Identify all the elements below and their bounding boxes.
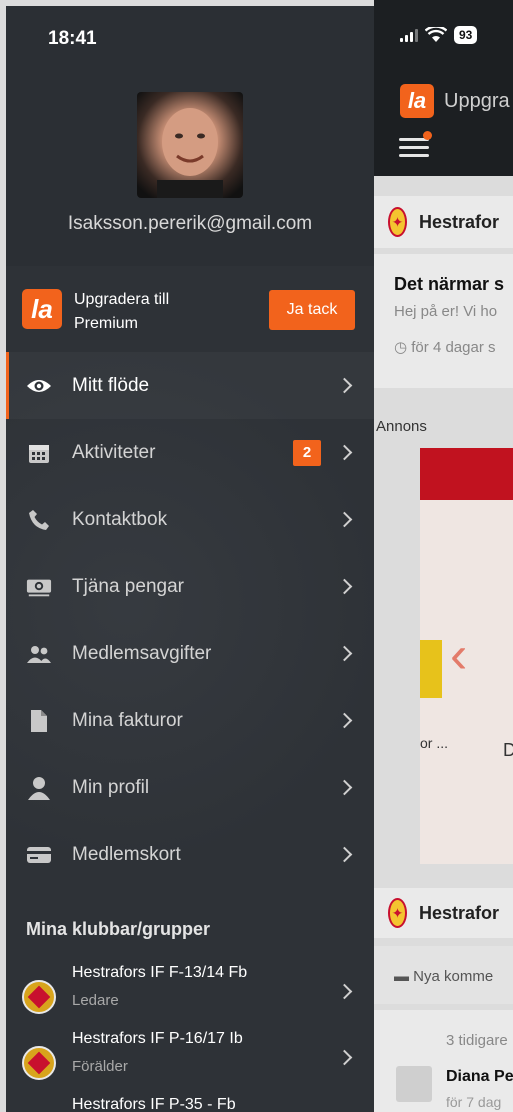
navigation-drawer: 18:41 Isaksson.pererik@gmail.com la Upgr…: [6, 6, 374, 1112]
menu-item-label: Tjäna pengar: [72, 575, 184, 597]
ad-text-left: or ...: [420, 735, 449, 751]
menu-item-label: Kontaktbok: [72, 508, 168, 530]
comment-card[interactable]: 3 tidigare Diana Pe för 7 dag: [374, 1010, 513, 1112]
club-item[interactable]: Hestrafors IF F-13/14 Fb Ledare: [6, 964, 374, 1026]
feed-post-card[interactable]: Det närmar s Hej på er! Vi ho ◷ för 4 da…: [374, 254, 513, 388]
document-icon: [26, 709, 52, 733]
ad-prev-arrow-icon[interactable]: ‹: [450, 625, 467, 685]
feed-club-header-2[interactable]: ✦ Hestrafor: [374, 888, 513, 938]
avatar[interactable]: [137, 92, 243, 198]
menu-item-label: Mina fakturor: [72, 709, 183, 731]
chevron-right-icon: [336, 578, 353, 595]
phone-icon: [26, 508, 52, 532]
menu-item-label: Medlemskort: [72, 843, 181, 865]
club-role: Ledare: [72, 992, 119, 1009]
chevron-right-icon: [336, 511, 353, 528]
menu-item-label: Aktiviteter: [72, 441, 156, 463]
chevron-right-icon: [336, 712, 353, 729]
comment-icon: ▬: [394, 968, 409, 985]
chevron-right-icon: [336, 377, 353, 394]
ad-awning: [420, 448, 513, 500]
drawer-menu: Mitt flöde Aktiviteter 2 Kontaktbok Tjän…: [6, 352, 374, 888]
notification-badge: 2: [293, 439, 321, 466]
money-icon: [26, 575, 52, 599]
clubs-section-title: Mina klubbar/grupper: [26, 919, 211, 939]
ad-product: [420, 640, 442, 698]
club-name: Hestrafor: [418, 211, 499, 232]
menu-item-medlemsavgifter[interactable]: Medlemsavgifter: [6, 620, 374, 687]
ad-label: Annons: [376, 418, 427, 435]
club-name: Hestrafor: [418, 902, 499, 923]
app-logo-row[interactable]: la Uppgra: [400, 84, 510, 118]
menu-item-mina-fakturor[interactable]: Mina fakturor: [6, 687, 374, 754]
menu-item-kontaktbok[interactable]: Kontaktbok: [6, 486, 374, 553]
menu-item-label: Min profil: [72, 776, 150, 798]
upgrade-banner: la Upgradera till Premium Ja tack: [22, 288, 362, 340]
new-comments-bar[interactable]: ▬ Nya komme: [374, 946, 513, 1004]
signal-icon: [400, 28, 418, 42]
club-name: Hestrafors IF P-35 - Fb: [72, 1096, 236, 1112]
club-logo-icon: [22, 980, 56, 1014]
person-icon: [26, 776, 52, 800]
club-item[interactable]: Hestrafors IF P-16/17 Ib Förälder: [6, 1030, 374, 1092]
club-name: Hestrafors IF P-16/17 Ib: [72, 1030, 243, 1047]
chevron-right-icon: [336, 779, 353, 796]
feed-club-header[interactable]: ✦ Hestrafor: [374, 196, 513, 248]
upgrade-button[interactable]: Ja tack: [269, 290, 355, 330]
clock-icon: ◷: [394, 339, 408, 356]
app-logo: la: [400, 84, 434, 118]
status-icons: 93: [400, 26, 478, 44]
club-logo-icon: [22, 1046, 56, 1080]
battery-indicator: 93: [454, 26, 478, 44]
menu-item-mitt-flode[interactable]: Mitt flöde: [6, 352, 374, 419]
menu-item-medlemskort[interactable]: Medlemskort: [6, 821, 374, 888]
user-email: Isaksson.pererik@gmail.com: [67, 213, 313, 234]
menu-button[interactable]: [399, 131, 432, 160]
previous-comments[interactable]: 3 tidigare: [374, 1010, 513, 1049]
card-icon: [26, 843, 52, 867]
post-title: Det närmar s: [394, 274, 505, 294]
club-role: Förälder: [72, 1058, 128, 1075]
ad-text-right: D: [503, 740, 513, 760]
new-comments-label: Nya komme: [413, 968, 494, 985]
club-logo-icon: ✦: [388, 207, 407, 237]
chevron-right-icon: [336, 1049, 353, 1066]
chevron-right-icon: [336, 645, 353, 662]
eye-icon: [26, 374, 52, 398]
commenter-avatar: [396, 1066, 432, 1102]
app-logo: la: [22, 289, 62, 329]
status-time: 18:41: [48, 28, 97, 49]
menu-item-min-profil[interactable]: Min profil: [6, 754, 374, 821]
chevron-right-icon: [336, 444, 353, 461]
post-time: ◷ för 4 dagar s: [394, 339, 496, 356]
post-preview: Hej på er! Vi ho: [394, 303, 498, 320]
app-title: Uppgra: [444, 89, 510, 112]
menu-item-tjana-pengar[interactable]: Tjäna pengar: [6, 553, 374, 620]
commenter-name: Diana Pe: [446, 1068, 513, 1085]
wifi-icon: [425, 27, 447, 42]
menu-item-aktiviteter[interactable]: Aktiviteter 2: [6, 419, 374, 486]
chevron-right-icon: [336, 983, 353, 1000]
calendar-icon: [26, 441, 52, 465]
chevron-right-icon: [336, 846, 353, 863]
avatar-face: [157, 108, 223, 198]
group-icon: [26, 642, 52, 666]
upgrade-text: Upgradera till Premium: [74, 291, 170, 332]
menu-item-label: Medlemsavgifter: [72, 642, 212, 664]
menu-item-label: Mitt flöde: [72, 374, 150, 396]
commenter-time: för 7 dag: [446, 1094, 502, 1110]
club-name: Hestrafors IF F-13/14 Fb: [72, 964, 248, 981]
notification-dot: [423, 131, 432, 140]
club-item[interactable]: Hestrafors IF P-35 - Fb: [6, 1096, 374, 1112]
club-logo-icon: ✦: [388, 898, 407, 928]
